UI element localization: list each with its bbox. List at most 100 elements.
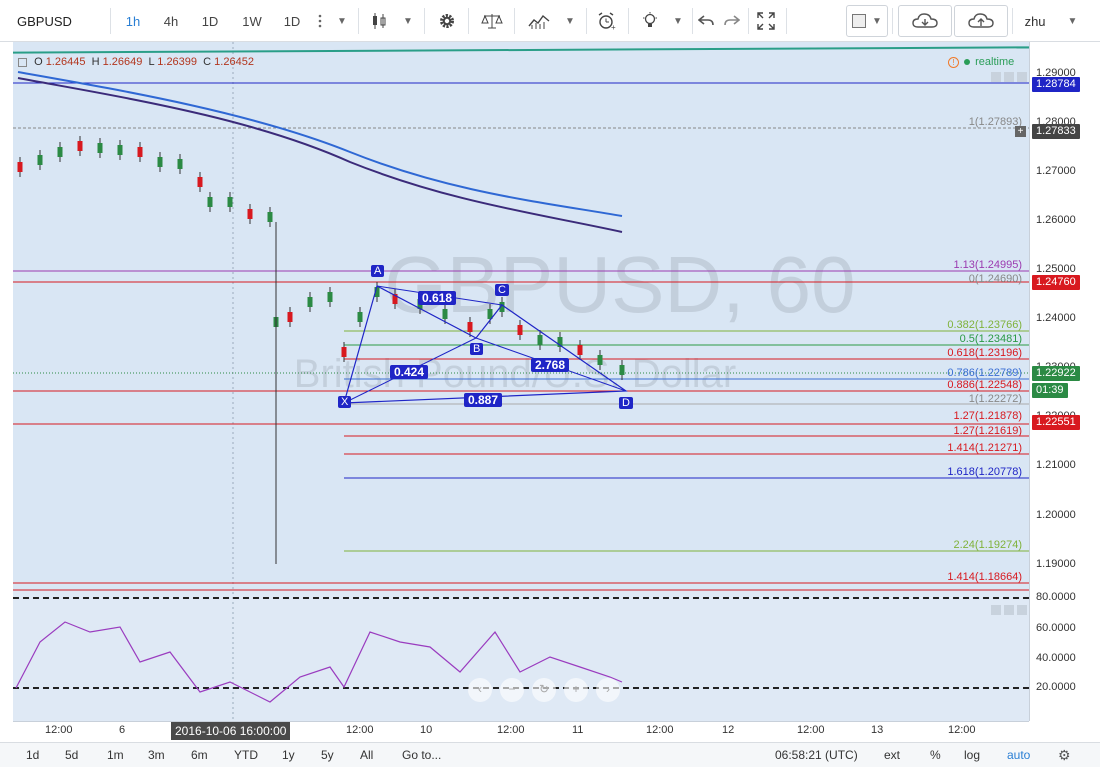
percent-toggle[interactable]: % — [930, 743, 941, 767]
cloud-download-icon — [912, 13, 938, 28]
compare-button[interactable] — [476, 5, 508, 37]
range-button[interactable]: 6m — [191, 743, 208, 767]
range-button[interactable]: 5d — [65, 743, 78, 767]
time-tick: 12:00 — [797, 724, 825, 736]
indicators-dropdown[interactable]: ▼ — [560, 5, 580, 37]
rsi-drawing — [13, 597, 1029, 703]
range-button[interactable]: 1m — [107, 743, 124, 767]
fullscreen-button[interactable] — [752, 5, 780, 37]
range-button[interactable]: YTD — [234, 743, 258, 767]
bottom-toolbar: 1d 5d 1m 3m 6m YTD 1y 5y All Go to... 06:58:21 (… — [0, 742, 1100, 767]
gear-icon — [440, 14, 454, 28]
alarm-clock-icon: + — [598, 12, 616, 30]
close-icon[interactable] — [1017, 605, 1027, 615]
cloud-upload-icon — [968, 13, 994, 28]
rsi-tick: 20.0000 — [1036, 681, 1076, 693]
alert-button[interactable]: + — [592, 5, 622, 37]
gear-icon: ⚙ — [1058, 747, 1071, 763]
option-label: ext — [884, 748, 901, 762]
ext-toggle[interactable]: ext — [884, 743, 900, 767]
interval-label: 1h — [125, 13, 141, 29]
interval-4h[interactable]: 4h — [154, 5, 188, 37]
time-tick: 12 — [722, 724, 735, 736]
range-button[interactable]: 5y — [321, 743, 334, 767]
svg-text:+: + — [611, 23, 616, 30]
divider — [586, 8, 587, 34]
settings-button[interactable] — [432, 5, 462, 37]
scales-icon — [481, 14, 503, 29]
divider — [892, 8, 893, 34]
undo-button[interactable] — [694, 5, 718, 37]
option-label: % — [930, 748, 941, 762]
divider — [1012, 8, 1013, 34]
user-menu-button[interactable]: zhu ▼ — [1016, 5, 1086, 37]
symbol-search[interactable]: GBPUSD — [16, 5, 72, 37]
divider — [110, 8, 111, 34]
indicators-icon — [528, 14, 550, 29]
goto-button[interactable]: Go to... — [402, 743, 441, 767]
time-tick: 12:00 — [346, 724, 374, 736]
more-dots-icon — [318, 14, 322, 28]
auto-toggle[interactable]: auto — [1007, 743, 1030, 767]
goto-label: Go to... — [402, 748, 442, 762]
log-toggle[interactable]: log — [964, 743, 980, 767]
ideas-dropdown[interactable]: ▼ — [668, 5, 688, 37]
redo-button[interactable] — [720, 5, 744, 37]
interval-1h[interactable]: 1h — [116, 5, 150, 37]
interval-more-icon[interactable] — [313, 5, 327, 37]
time-tick: 6 — [119, 724, 126, 736]
save-chart-button[interactable] — [954, 5, 1008, 37]
interval-dropdown[interactable]: ▼ — [332, 5, 352, 37]
divider — [786, 8, 787, 34]
clock[interactable]: 06:58:21 (UTC) — [775, 743, 858, 767]
range-button[interactable]: 1d — [26, 743, 39, 767]
crosshair-time-text: 2016-10-06 16:00:00 — [175, 724, 287, 738]
chevron-down-icon: ▼ — [1067, 15, 1078, 27]
chart-type-button[interactable] — [364, 5, 394, 37]
chart-navigation: ‹ − ↻ + › — [468, 678, 620, 702]
interval-1d-alt[interactable]: 1D — [275, 5, 309, 37]
time-tick: 12:00 — [948, 724, 976, 736]
reset-icon[interactable]: ↻ — [532, 678, 556, 702]
range-button[interactable]: All — [360, 743, 373, 767]
time-tick: 10 — [420, 724, 433, 736]
divider — [358, 8, 359, 34]
scroll-right-icon[interactable]: › — [596, 678, 620, 702]
chart-area[interactable]: GBPUSD, 60 British Pound/U.S. Dollar X A… — [0, 42, 1100, 742]
chart-type-dropdown[interactable]: ▼ — [398, 5, 418, 37]
divider — [468, 8, 469, 34]
indicators-button[interactable] — [522, 5, 556, 37]
zoom-out-icon[interactable]: − — [500, 678, 524, 702]
trading-chart-app: GBPUSD 1h 4h 1D 1W 1D ▼ ▼ ▼ + ▼ ▼ zhu ▼ … — [0, 0, 1100, 767]
chevron-down-icon: ▼ — [565, 15, 575, 27]
interval-label: 1W — [242, 13, 262, 29]
interval-1w[interactable]: 1W — [234, 5, 270, 37]
chevron-down-icon: ▼ — [872, 15, 882, 27]
scroll-left-icon[interactable]: ‹ — [468, 678, 492, 702]
divider — [748, 8, 749, 34]
lightbulb-icon — [643, 12, 657, 27]
interval-label: 1D — [283, 13, 301, 29]
option-label: auto — [1007, 748, 1031, 762]
zoom-in-icon[interactable]: + — [564, 678, 588, 702]
chevron-down-icon: ▼ — [337, 15, 347, 27]
range-button[interactable]: 3m — [148, 743, 165, 767]
move-up-icon[interactable] — [991, 605, 1001, 615]
rsi-tick: 40.0000 — [1036, 652, 1076, 664]
rsi-pane-controls — [991, 604, 1027, 618]
divider — [628, 8, 629, 34]
maximize-icon[interactable] — [1004, 605, 1014, 615]
rsi-tick: 80.0000 — [1036, 591, 1076, 603]
username: zhu — [1024, 13, 1046, 29]
chart-settings-button[interactable]: ⚙ — [1058, 743, 1071, 767]
color-picker-button[interactable]: ▼ — [846, 5, 888, 37]
clock-text: 06:58:21 (UTC) — [775, 748, 858, 762]
top-toolbar: GBPUSD 1h 4h 1D 1W 1D ▼ ▼ ▼ + ▼ ▼ zhu ▼ — [0, 0, 1100, 42]
redo-icon — [724, 15, 740, 26]
interval-label: 4h — [163, 13, 179, 29]
load-chart-button[interactable] — [898, 5, 952, 37]
interval-1d[interactable]: 1D — [193, 5, 227, 37]
rsi-tick: 60.0000 — [1036, 622, 1076, 634]
ideas-button[interactable] — [636, 5, 664, 37]
range-button[interactable]: 1y — [282, 743, 295, 767]
